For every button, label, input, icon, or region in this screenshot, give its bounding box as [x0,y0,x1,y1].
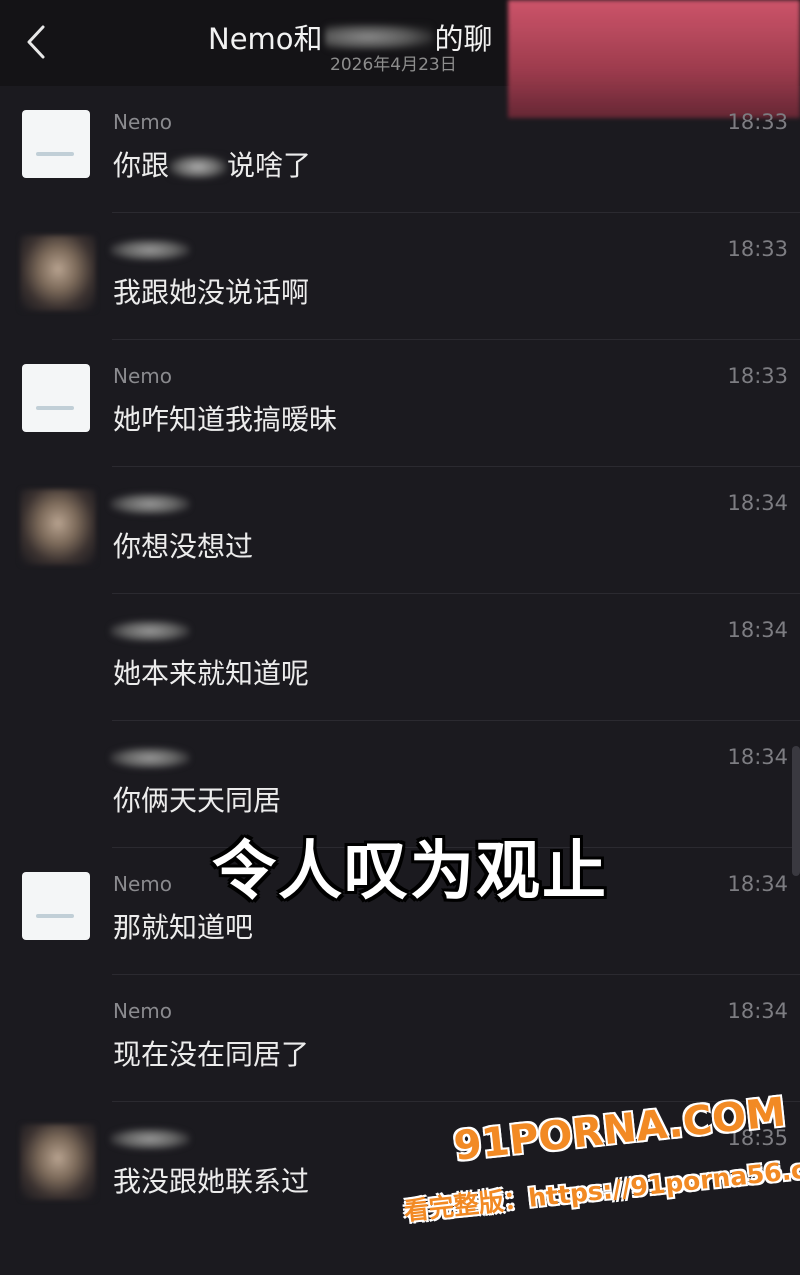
message-time: 18:33 [727,110,788,134]
scrollbar[interactable] [792,746,800,876]
redacted-sender [110,747,190,769]
message-time: 18:34 [727,999,788,1023]
redacted-sender [110,620,190,642]
message-time: 18:34 [727,491,788,515]
avatar[interactable] [20,489,96,565]
back-button[interactable] [18,22,54,62]
redacted-sender [110,493,190,515]
message-text-part: 你跟 [113,149,170,182]
message-text: 你跟 说啥了 [113,144,311,184]
message-item[interactable]: 18:33 我跟她没说话啊 [0,213,800,340]
sender-name: Nemo [113,872,172,896]
message-time: 18:34 [727,872,788,896]
message-item[interactable]: 18:34 她本来就知道呢 [0,594,800,721]
message-text-part: 说啥了 [227,149,312,182]
avatar[interactable] [22,110,90,178]
message-item[interactable]: Nemo 18:33 她咋知道我搞暧昧 [0,340,800,467]
sender-name: Nemo [113,110,172,134]
message-item[interactable]: Nemo 18:33 你跟 说啥了 [0,86,800,213]
chevron-left-icon [27,25,45,59]
message-time: 18:33 [727,364,788,388]
chat-header: Nemo和 的聊 2026年4月23日 [0,0,800,118]
message-text: 你想没想过 [113,530,254,563]
chat-title-area: Nemo和 的聊 2026年4月23日 [200,10,520,78]
message-text: 她本来就知道呢 [113,657,310,690]
message-text: 那就知道吧 [113,911,254,944]
avatar[interactable] [22,364,90,432]
video-caption: 令人叹为观止 [212,835,608,909]
message-text: 我没跟她联系过 [113,1165,310,1198]
avatar[interactable] [20,1124,96,1200]
message-text: 她咋知道我搞暧昧 [113,403,338,436]
message-text: 现在没在同居了 [113,1038,310,1071]
message-time: 18:34 [727,745,788,769]
redacted-sender [110,1128,190,1150]
sender-name: Nemo [113,364,172,388]
message-item[interactable]: 18:34 你想没想过 [0,467,800,594]
message-text: 我跟她没说话啊 [113,276,310,309]
message-item[interactable]: Nemo 18:34 现在没在同居了 [0,975,800,1102]
message-time: 18:34 [727,618,788,642]
avatar[interactable] [20,235,96,311]
message-list[interactable]: Nemo 18:33 你跟 说啥了 18:33 我跟她没说话啊 Nemo 18:3… [0,86,800,1275]
message-time: 18:33 [727,237,788,261]
chat-date: 2026年4月23日 [330,55,457,75]
avatar[interactable] [22,872,90,940]
redacted-name [169,155,228,179]
message-text: 你俩天天同居 [113,784,282,817]
redacted-name [324,24,433,50]
sender-name: Nemo [113,999,172,1023]
redacted-sender [110,239,190,261]
chat-title-prefix: Nemo和 [208,22,323,56]
